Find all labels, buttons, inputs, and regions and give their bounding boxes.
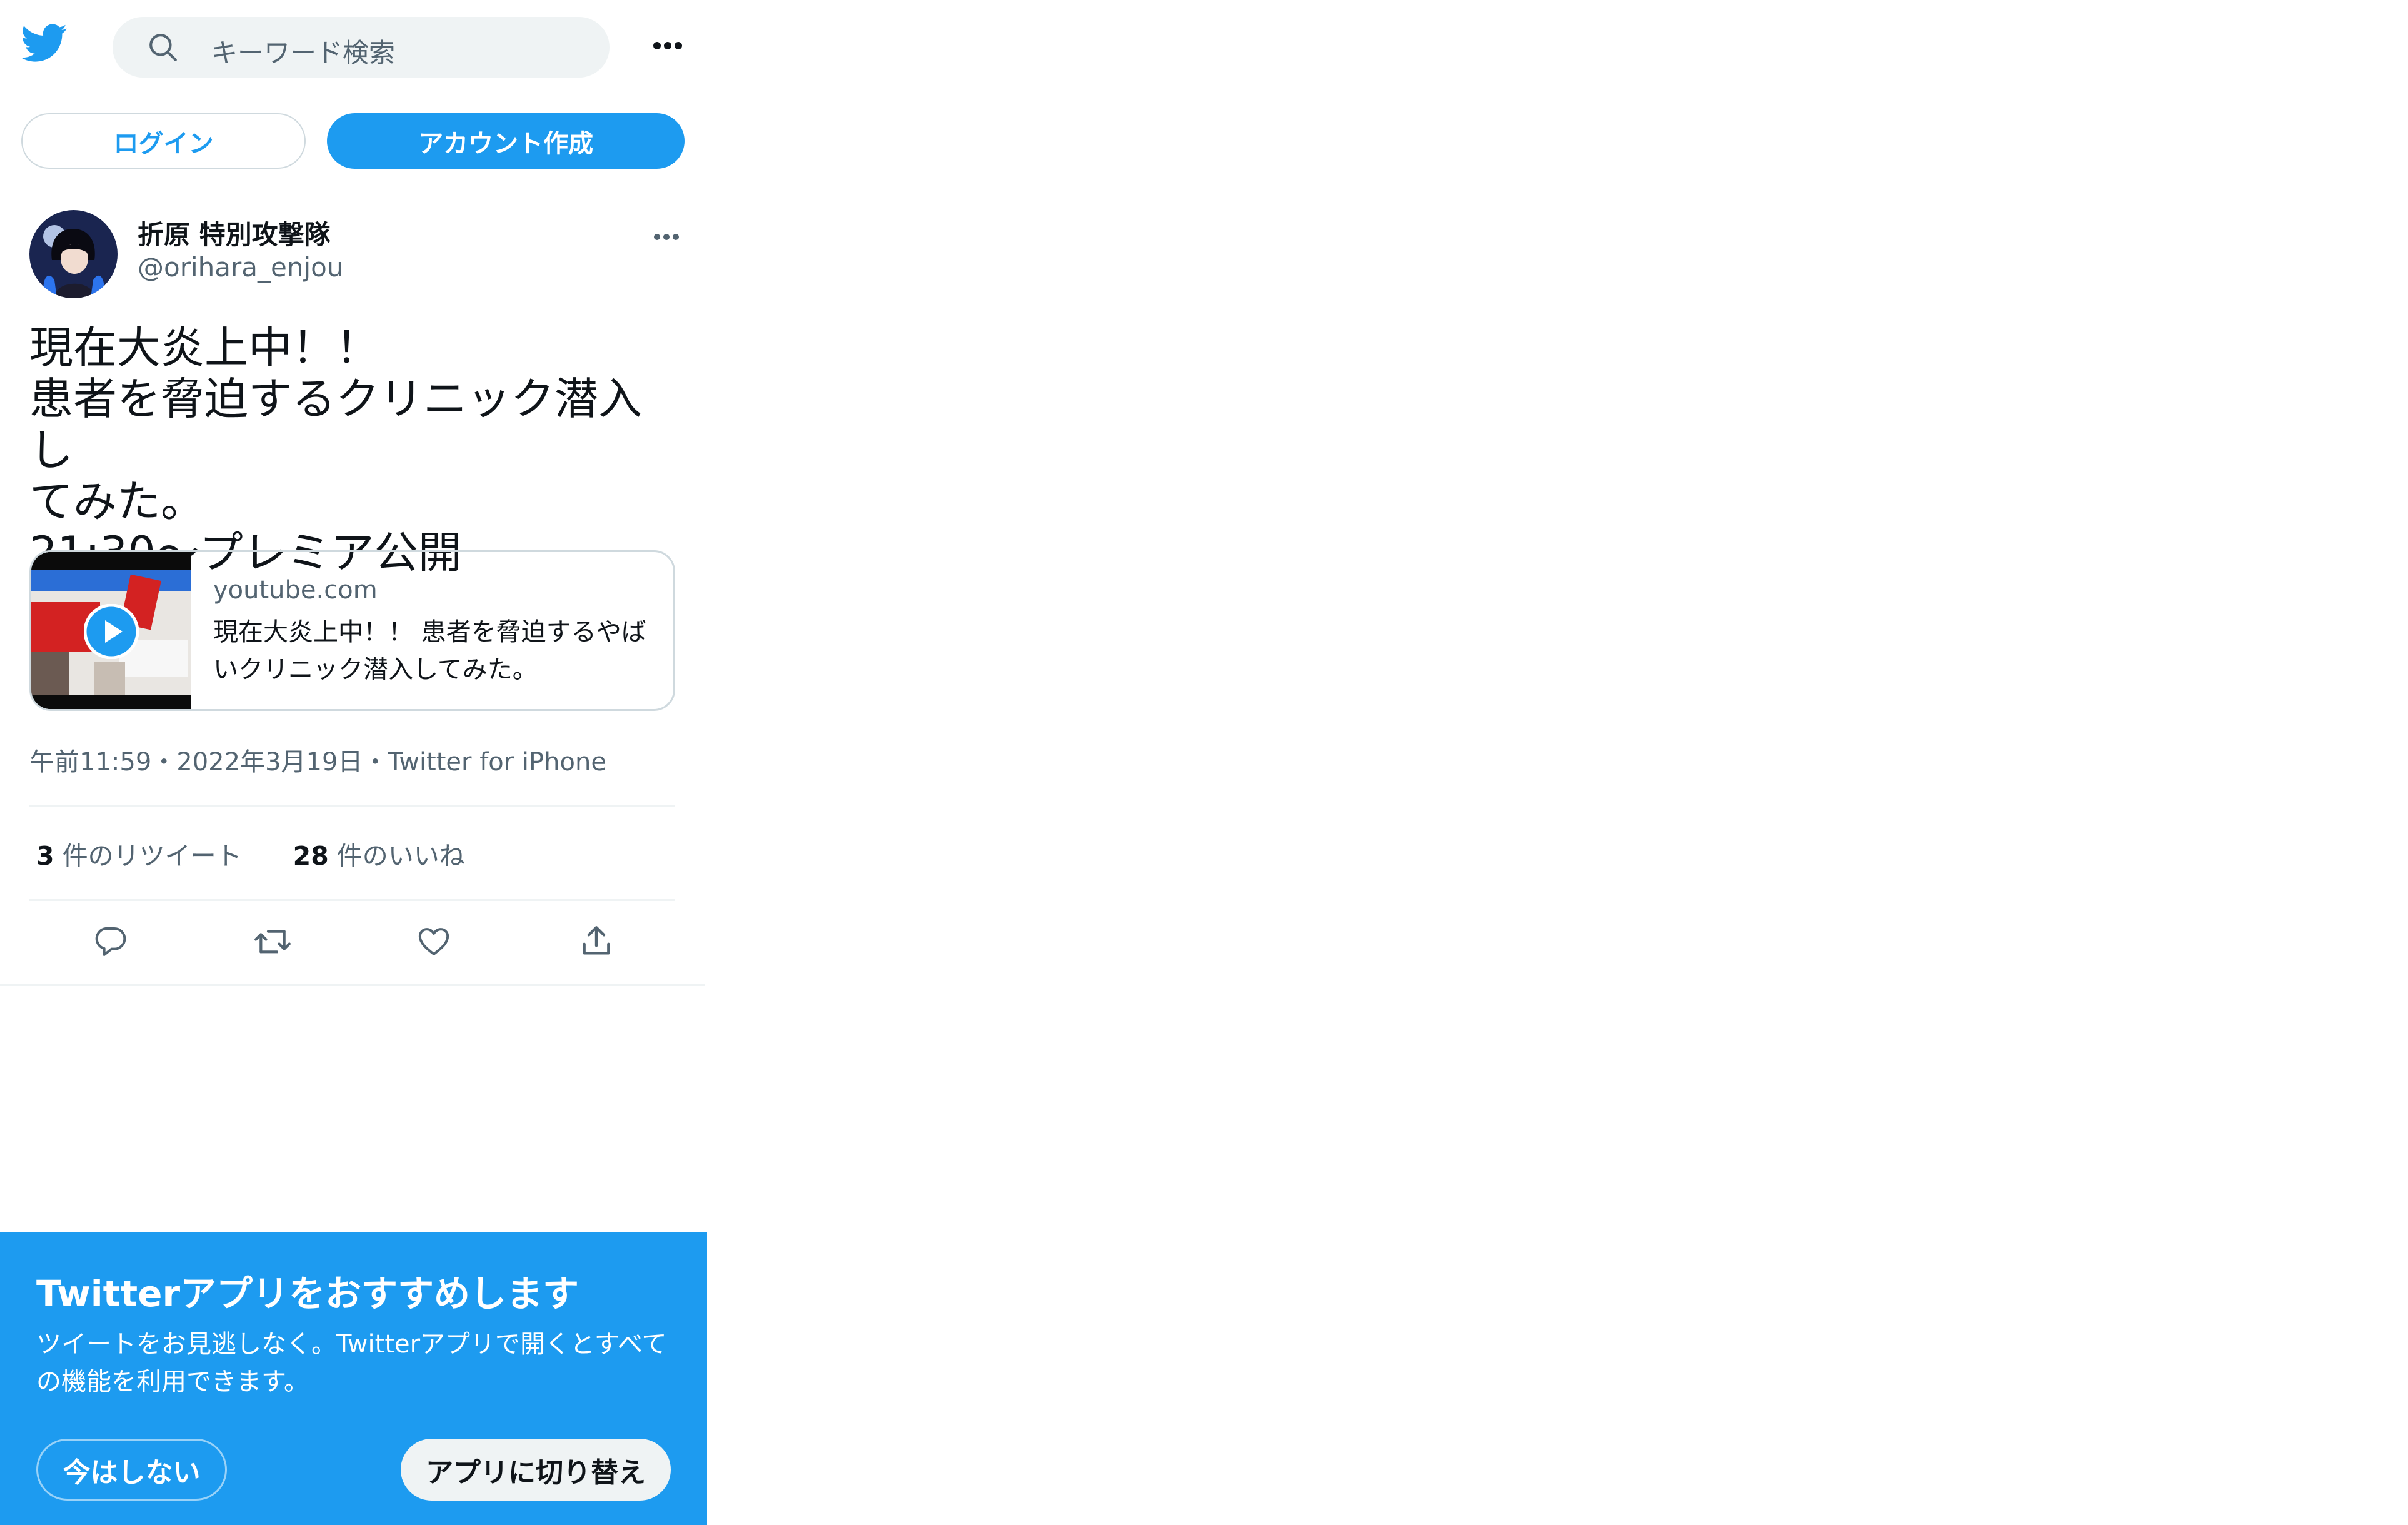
video-thumbnail[interactable]	[31, 552, 191, 709]
signup-button[interactable]: アカウント作成	[327, 113, 685, 169]
share-icon[interactable]	[578, 923, 615, 959]
card-title: 現在大炎上中！！ 患者を脅迫するやばいクリニック潜入してみた。	[213, 618, 646, 684]
retweet-label: 件のリツイート	[62, 841, 242, 871]
like-stat[interactable]: 28 件のいいね	[293, 841, 465, 871]
retweet-count: 3	[36, 841, 54, 871]
tweet-text: 現在大炎上中！！ 患者を脅迫するクリニック潜入し てみた。 21:30〜プレミア…	[29, 322, 642, 578]
divider	[29, 805, 675, 807]
more-menu-icon[interactable]	[653, 41, 683, 50]
display-name[interactable]: 折原 特別攻撃隊	[138, 214, 331, 252]
tweet-stats: 3 件のリツイート 28 件のいいね	[36, 835, 465, 872]
play-icon[interactable]	[84, 604, 139, 659]
retweet-stat[interactable]: 3 件のリツイート	[36, 841, 242, 871]
app-promo-banner: Twitterアプリをおすすめします ツイートをお見逃しなく。Twitterアプ…	[0, 1232, 707, 1525]
card-domain: youtube.com	[213, 576, 378, 605]
switch-to-app-button[interactable]: アプリに切り替え	[401, 1439, 671, 1501]
avatar[interactable]	[29, 210, 118, 298]
twitter-mobile-page: キーワード検索 ログイン アカウント作成 折原 特別攻撃隊 @orihara_e…	[0, 0, 707, 1525]
tweet-more-icon[interactable]	[653, 233, 680, 241]
not-now-button[interactable]: 今はしない	[36, 1439, 227, 1501]
tweet-timestamp[interactable]: 午前11:59・2022年3月19日・Twitter for iPhone	[29, 742, 606, 778]
search-input[interactable]: キーワード検索	[211, 32, 395, 70]
search-bar[interactable]: キーワード検索	[113, 17, 610, 78]
divider	[29, 899, 675, 901]
user-handle[interactable]: @orihara_enjou	[138, 252, 343, 283]
promo-title: Twitterアプリをおすすめします	[36, 1272, 579, 1315]
like-label: 件のいいね	[336, 841, 465, 871]
retweet-icon[interactable]	[253, 924, 292, 959]
divider	[0, 984, 705, 986]
search-icon	[148, 32, 179, 63]
like-count: 28	[293, 841, 329, 871]
link-card[interactable]: youtube.com 現在大炎上中！！ 患者を脅迫するやばいクリニック潜入して…	[29, 550, 675, 711]
reply-icon[interactable]	[93, 924, 128, 959]
twitter-logo-icon[interactable]	[21, 23, 68, 63]
promo-body: ツイートをお見逃しなく。Twitterアプリで開くとすべての機能を利用できます。	[36, 1330, 667, 1396]
login-button[interactable]: ログイン	[21, 113, 306, 169]
like-icon[interactable]	[416, 924, 452, 959]
